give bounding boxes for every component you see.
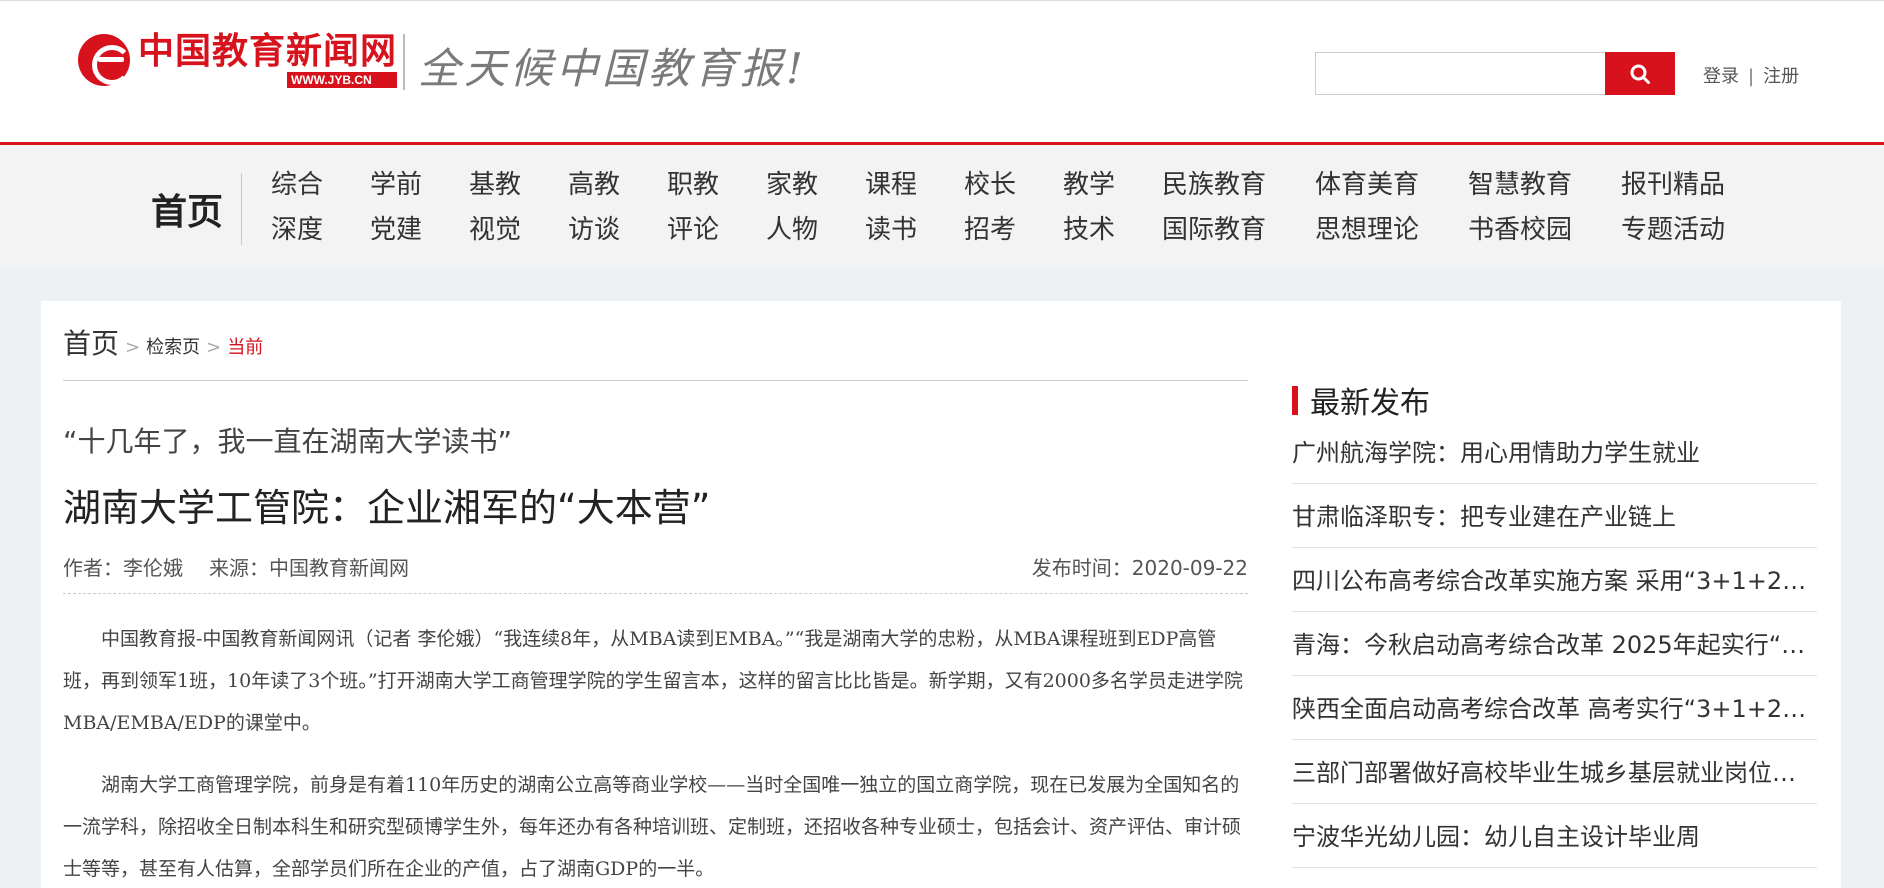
nav-item[interactable]: 校长 [964,170,1016,200]
nav-item[interactable]: 高教 [568,170,620,200]
nav-item[interactable]: 视觉 [469,215,521,245]
nav-item[interactable]: 招考 [964,215,1016,245]
nav-item[interactable]: 教学 [1063,170,1115,200]
latest-news-item[interactable]: 陕西全面启动高考综合改革 高考实行“3+1+2”模式 [1292,676,1817,740]
logo-text: 中国教育新闻网 [138,30,398,72]
nav-item[interactable]: 人物 [766,215,818,245]
nav-item[interactable]: 书香校园 [1468,215,1572,245]
search-button[interactable] [1605,52,1675,95]
nav-item[interactable]: 读书 [865,215,917,245]
article-title: 湖南大学工管院：企业湘军的“大本营” [63,486,711,530]
nav-item[interactable]: 基教 [469,170,521,200]
nav-home-link[interactable]: 首页 [151,183,223,235]
article-author: 作者：李伦娥 [63,556,183,580]
latest-news-item[interactable]: 甘肃临泽职专：把专业建在产业链上 [1292,484,1817,548]
search-icon [1630,64,1650,84]
breadcrumb-search-page[interactable]: 检索页 [146,333,200,359]
site-logo[interactable]: 中国教育新闻网 WWW.JYB.CN [78,31,398,89]
logo-url: WWW.JYB.CN [287,72,398,88]
login-link[interactable]: 登录 [1703,66,1739,87]
divider [63,593,1248,594]
latest-news-list: 广州航海学院：用心用情助力学生就业 甘肃临泽职专：把专业建在产业链上 四川公布高… [1292,420,1817,868]
main-nav: 首页 综合 学前 基教 高教 职教 家教 课程 校长 教学 民族教育 体育美育 … [0,142,1884,267]
breadcrumb: 首页 > 检索页 > 当前 [63,322,263,362]
auth-separator: | [1748,66,1755,87]
latest-news-item[interactable]: 三部门部署做好高校毕业生城乡基层就业岗位发布工作 [1292,740,1817,804]
register-link[interactable]: 注册 [1763,66,1799,87]
nav-item[interactable]: 综合 [271,170,323,200]
logo-divider [403,34,405,90]
sidebar-heading: 最新发布 [1292,378,1430,422]
article-subtitle: “十几年了，我一直在湖南大学读书” [63,425,513,458]
article-paragraph: 中国教育报-中国教育新闻网讯（记者 李伦娥）“我连续8年，从MBA读到EMBA。… [63,628,1243,734]
auth-links: 登录 | 注册 [1703,62,1799,88]
breadcrumb-home[interactable]: 首页 [63,322,119,362]
site-slogan: 全天候中国教育报! [418,44,807,93]
breadcrumb-current: 当前 [227,337,264,358]
nav-item[interactable]: 家教 [766,170,818,200]
site-header: 中国教育新闻网 WWW.JYB.CN 全天候中国教育报! 登录 | 注册 [0,0,1884,142]
article-source: 来源：中国教育新闻网 [209,556,409,580]
nav-item[interactable]: 国际教育 [1162,215,1266,245]
breadcrumb-separator: > [125,337,141,358]
nav-item[interactable]: 课程 [865,170,917,200]
latest-news-item[interactable]: 宁波华光幼儿园：幼儿自主设计毕业周 [1292,804,1817,868]
nav-item[interactable]: 党建 [370,215,422,245]
breadcrumb-separator: > [206,337,222,358]
article-publish-time: 发布时间：2020-09-22 [1031,556,1248,580]
sidebar-title: 最新发布 [1310,386,1430,421]
article-paragraph: 湖南大学工商管理学院，前身是有着110年历史的湖南公立高等商业学校——当时全国唯… [63,774,1242,880]
nav-item[interactable]: 体育美育 [1315,170,1419,200]
nav-item[interactable]: 专题活动 [1621,215,1725,245]
nav-item[interactable]: 民族教育 [1162,170,1266,200]
latest-news-item[interactable]: 四川公布高考综合改革实施方案 采用“3+1+2”模式 [1292,548,1817,612]
nav-item[interactable]: 访谈 [568,215,620,245]
search-bar [1315,52,1675,95]
nav-item[interactable]: 智慧教育 [1468,170,1572,200]
divider [63,380,1248,381]
nav-divider [241,173,242,245]
latest-news-item[interactable]: 广州航海学院：用心用情助力学生就业 [1292,420,1817,484]
nav-item[interactable]: 职教 [667,170,719,200]
nav-item[interactable]: 思想理论 [1315,215,1419,245]
latest-news-item[interactable]: 青海：今秋启动高考综合改革 2025年起实行“3+1+2” [1292,612,1817,676]
nav-item[interactable]: 报刊精品 [1621,170,1725,200]
article-meta: 作者：李伦娥 来源：中国教育新闻网 [63,552,409,581]
nav-item[interactable]: 学前 [370,170,422,200]
nav-item[interactable]: 评论 [667,215,719,245]
nav-item[interactable]: 技术 [1063,215,1115,245]
logo-emblem-icon [78,34,132,86]
search-input[interactable] [1315,52,1605,95]
nav-item[interactable]: 深度 [271,215,323,245]
heading-accent-bar [1292,385,1298,415]
